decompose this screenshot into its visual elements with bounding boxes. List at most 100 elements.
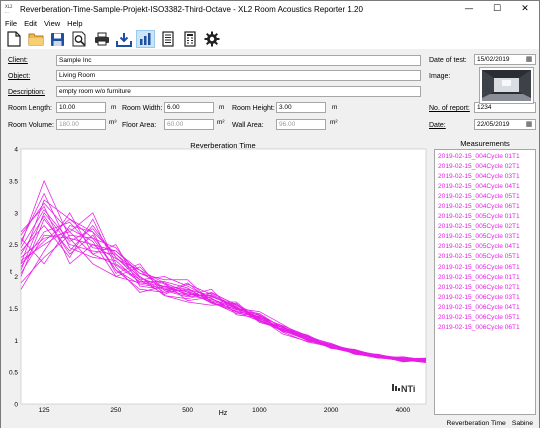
calendar-icon[interactable]: ▦ (524, 120, 534, 129)
room-height-input[interactable]: 3.00 (276, 102, 326, 113)
measurements-title: Measurements (460, 139, 510, 148)
y-tick-label: 1.5 (9, 306, 18, 313)
measurement-name: 2019-02-15_004Cycle 02 (438, 163, 513, 171)
menu-help[interactable]: Help (67, 19, 82, 28)
room-volume-field: 180.00 (56, 119, 106, 130)
measurement-name: 2019-02-15_006Cycle 02 (438, 283, 513, 291)
measurement-type: T1 (512, 233, 520, 241)
measurement-item[interactable]: 2019-02-15_004Cycle 01 T1 (435, 152, 535, 162)
y-tick-label: 4 (14, 147, 18, 154)
menu-view[interactable]: View (44, 19, 60, 28)
measurement-name: 2019-02-15_004Cycle 05 (438, 193, 513, 201)
room-width-label: Room Width: (122, 105, 163, 112)
x-tick-label: 1000 (252, 407, 267, 414)
measurement-item[interactable]: 2019-02-15_006Cycle 01 T1 (435, 273, 535, 283)
measurement-name: 2019-02-15_004Cycle 04 (438, 183, 513, 191)
new-file-button[interactable] (4, 30, 23, 48)
measurement-type: T1 (512, 283, 520, 291)
measurement-type: T1 (512, 273, 520, 281)
print-preview-button[interactable] (70, 30, 89, 48)
measurement-name: 2019-02-15_006Cycle 06 (438, 323, 513, 331)
floor-area-label: Floor Area: (122, 122, 157, 129)
table-button[interactable] (180, 30, 199, 48)
floor-area-unit: m² (217, 119, 225, 126)
measurement-type: T1 (512, 223, 520, 231)
status-measure: Reverberation Time (446, 419, 506, 427)
y-tick-label: 0.5 (9, 370, 18, 377)
maximize-button[interactable]: ☐ (483, 1, 511, 17)
close-button[interactable]: ✕ (511, 1, 539, 17)
chart-view-button[interactable] (136, 30, 155, 48)
room-width-input[interactable]: 6.00 (164, 102, 214, 113)
room-volume-label: Room Volume: (8, 122, 54, 129)
measurement-item[interactable]: 2019-02-15_006Cycle 02 T1 (435, 283, 535, 293)
measurement-item[interactable]: 2019-02-15_004Cycle 06 T1 (435, 202, 535, 212)
measurement-item[interactable]: 2019-02-15_005Cycle 06 T1 (435, 263, 535, 273)
measurement-item[interactable]: 2019-02-15_006Cycle 04 T1 (435, 303, 535, 313)
room-volume-unit: m³ (109, 119, 117, 126)
y-tick-label: 2.5 (9, 242, 18, 249)
image-label: Image: (429, 73, 451, 80)
measurement-item[interactable]: 2019-02-15_005Cycle 01 T1 (435, 212, 535, 222)
open-folder-icon (28, 33, 43, 46)
window-title: Reverberation-Time-Sample-Projekt-ISO338… (20, 4, 363, 14)
measurement-item[interactable]: 2019-02-15_004Cycle 03 T1 (435, 172, 535, 182)
open-button[interactable] (26, 30, 45, 48)
measurement-item[interactable]: 2019-02-15_006Cycle 05 T1 (435, 313, 535, 323)
x-axis-label: Hz (219, 410, 228, 417)
y-tick-label: 3.5 (9, 178, 18, 185)
export-icon (115, 32, 132, 47)
menu-edit[interactable]: Edit (24, 19, 37, 28)
measurement-item[interactable]: 2019-02-15_005Cycle 04 T1 (435, 242, 535, 252)
menu-bar: File Edit View Help (1, 17, 539, 29)
y-tick-label: 2 (14, 274, 18, 281)
report-number-label: No. of report: (429, 105, 470, 112)
measurement-item[interactable]: 2019-02-15_004Cycle 05 T1 (435, 192, 535, 202)
client-input[interactable]: Sample Inc (56, 55, 421, 66)
room-photo (482, 70, 531, 101)
measurement-item[interactable]: 2019-02-15_004Cycle 04 T1 (435, 182, 535, 192)
minimize-button[interactable]: — (455, 1, 483, 17)
measurement-item[interactable]: 2019-02-15_005Cycle 02 T1 (435, 222, 535, 232)
x-tick-label: 2000 (324, 407, 339, 414)
measurement-type: T1 (512, 243, 520, 251)
save-icon (51, 32, 64, 46)
measurement-item[interactable]: 2019-02-15_006Cycle 03 T1 (435, 293, 535, 303)
measurement-type: T1 (512, 153, 520, 160)
measurement-item[interactable]: 2019-02-15_005Cycle 05 T1 (435, 252, 535, 262)
measurement-name: 2019-02-15_006Cycle 05 (438, 313, 513, 321)
x-tick-label: 500 (182, 407, 193, 414)
print-button[interactable] (92, 30, 111, 48)
floor-area-field: 60.00 (164, 119, 214, 130)
measurement-name: 2019-02-15_005Cycle 05 (438, 253, 513, 261)
client-label: Client: (8, 57, 28, 64)
export-button[interactable] (114, 30, 133, 48)
measurements-list[interactable]: 2019-02-15_004Cycle 01 T1 2019-02-15_004Cy… (434, 149, 536, 415)
date-label: Date: (429, 122, 446, 129)
measurement-type: T1 (512, 183, 520, 191)
measurement-item[interactable]: 2019-02-15_004Cycle 02 T1 (435, 162, 535, 172)
room-image-thumbnail[interactable] (479, 67, 534, 104)
settings-button[interactable] (202, 30, 221, 48)
measurement-type: T1 (512, 163, 520, 171)
y-axis-label: t (10, 269, 12, 276)
measurement-name: 2019-02-15_004Cycle 03 (438, 173, 513, 181)
menu-file[interactable]: File (5, 19, 17, 28)
measurement-name: 2019-02-15_006Cycle 03 (438, 293, 513, 301)
x-tick-label: 250 (110, 407, 121, 414)
status-bar: Reverberation Time Sabine (1, 418, 539, 428)
measurement-item[interactable]: 2019-02-15_006Cycle 06 T1 (435, 323, 535, 333)
y-tick-label: 1 (14, 338, 18, 345)
chart-view-icon (140, 33, 151, 45)
measurement-item[interactable]: 2019-02-15_005Cycle 03 T1 (435, 232, 535, 242)
room-length-input[interactable]: 10.00 (56, 102, 106, 113)
description-input[interactable]: empty room w/o furniture (56, 86, 421, 97)
room-length-label: Room Length: (8, 105, 52, 112)
object-input[interactable]: Living Room (56, 70, 421, 81)
calendar-icon[interactable]: ▦ (524, 55, 534, 64)
print-icon (94, 32, 109, 46)
room-width-unit: m (219, 104, 225, 111)
save-button[interactable] (48, 30, 67, 48)
report-button[interactable] (158, 30, 177, 48)
measurement-name: 2019-02-15_006Cycle 04 (438, 303, 513, 311)
